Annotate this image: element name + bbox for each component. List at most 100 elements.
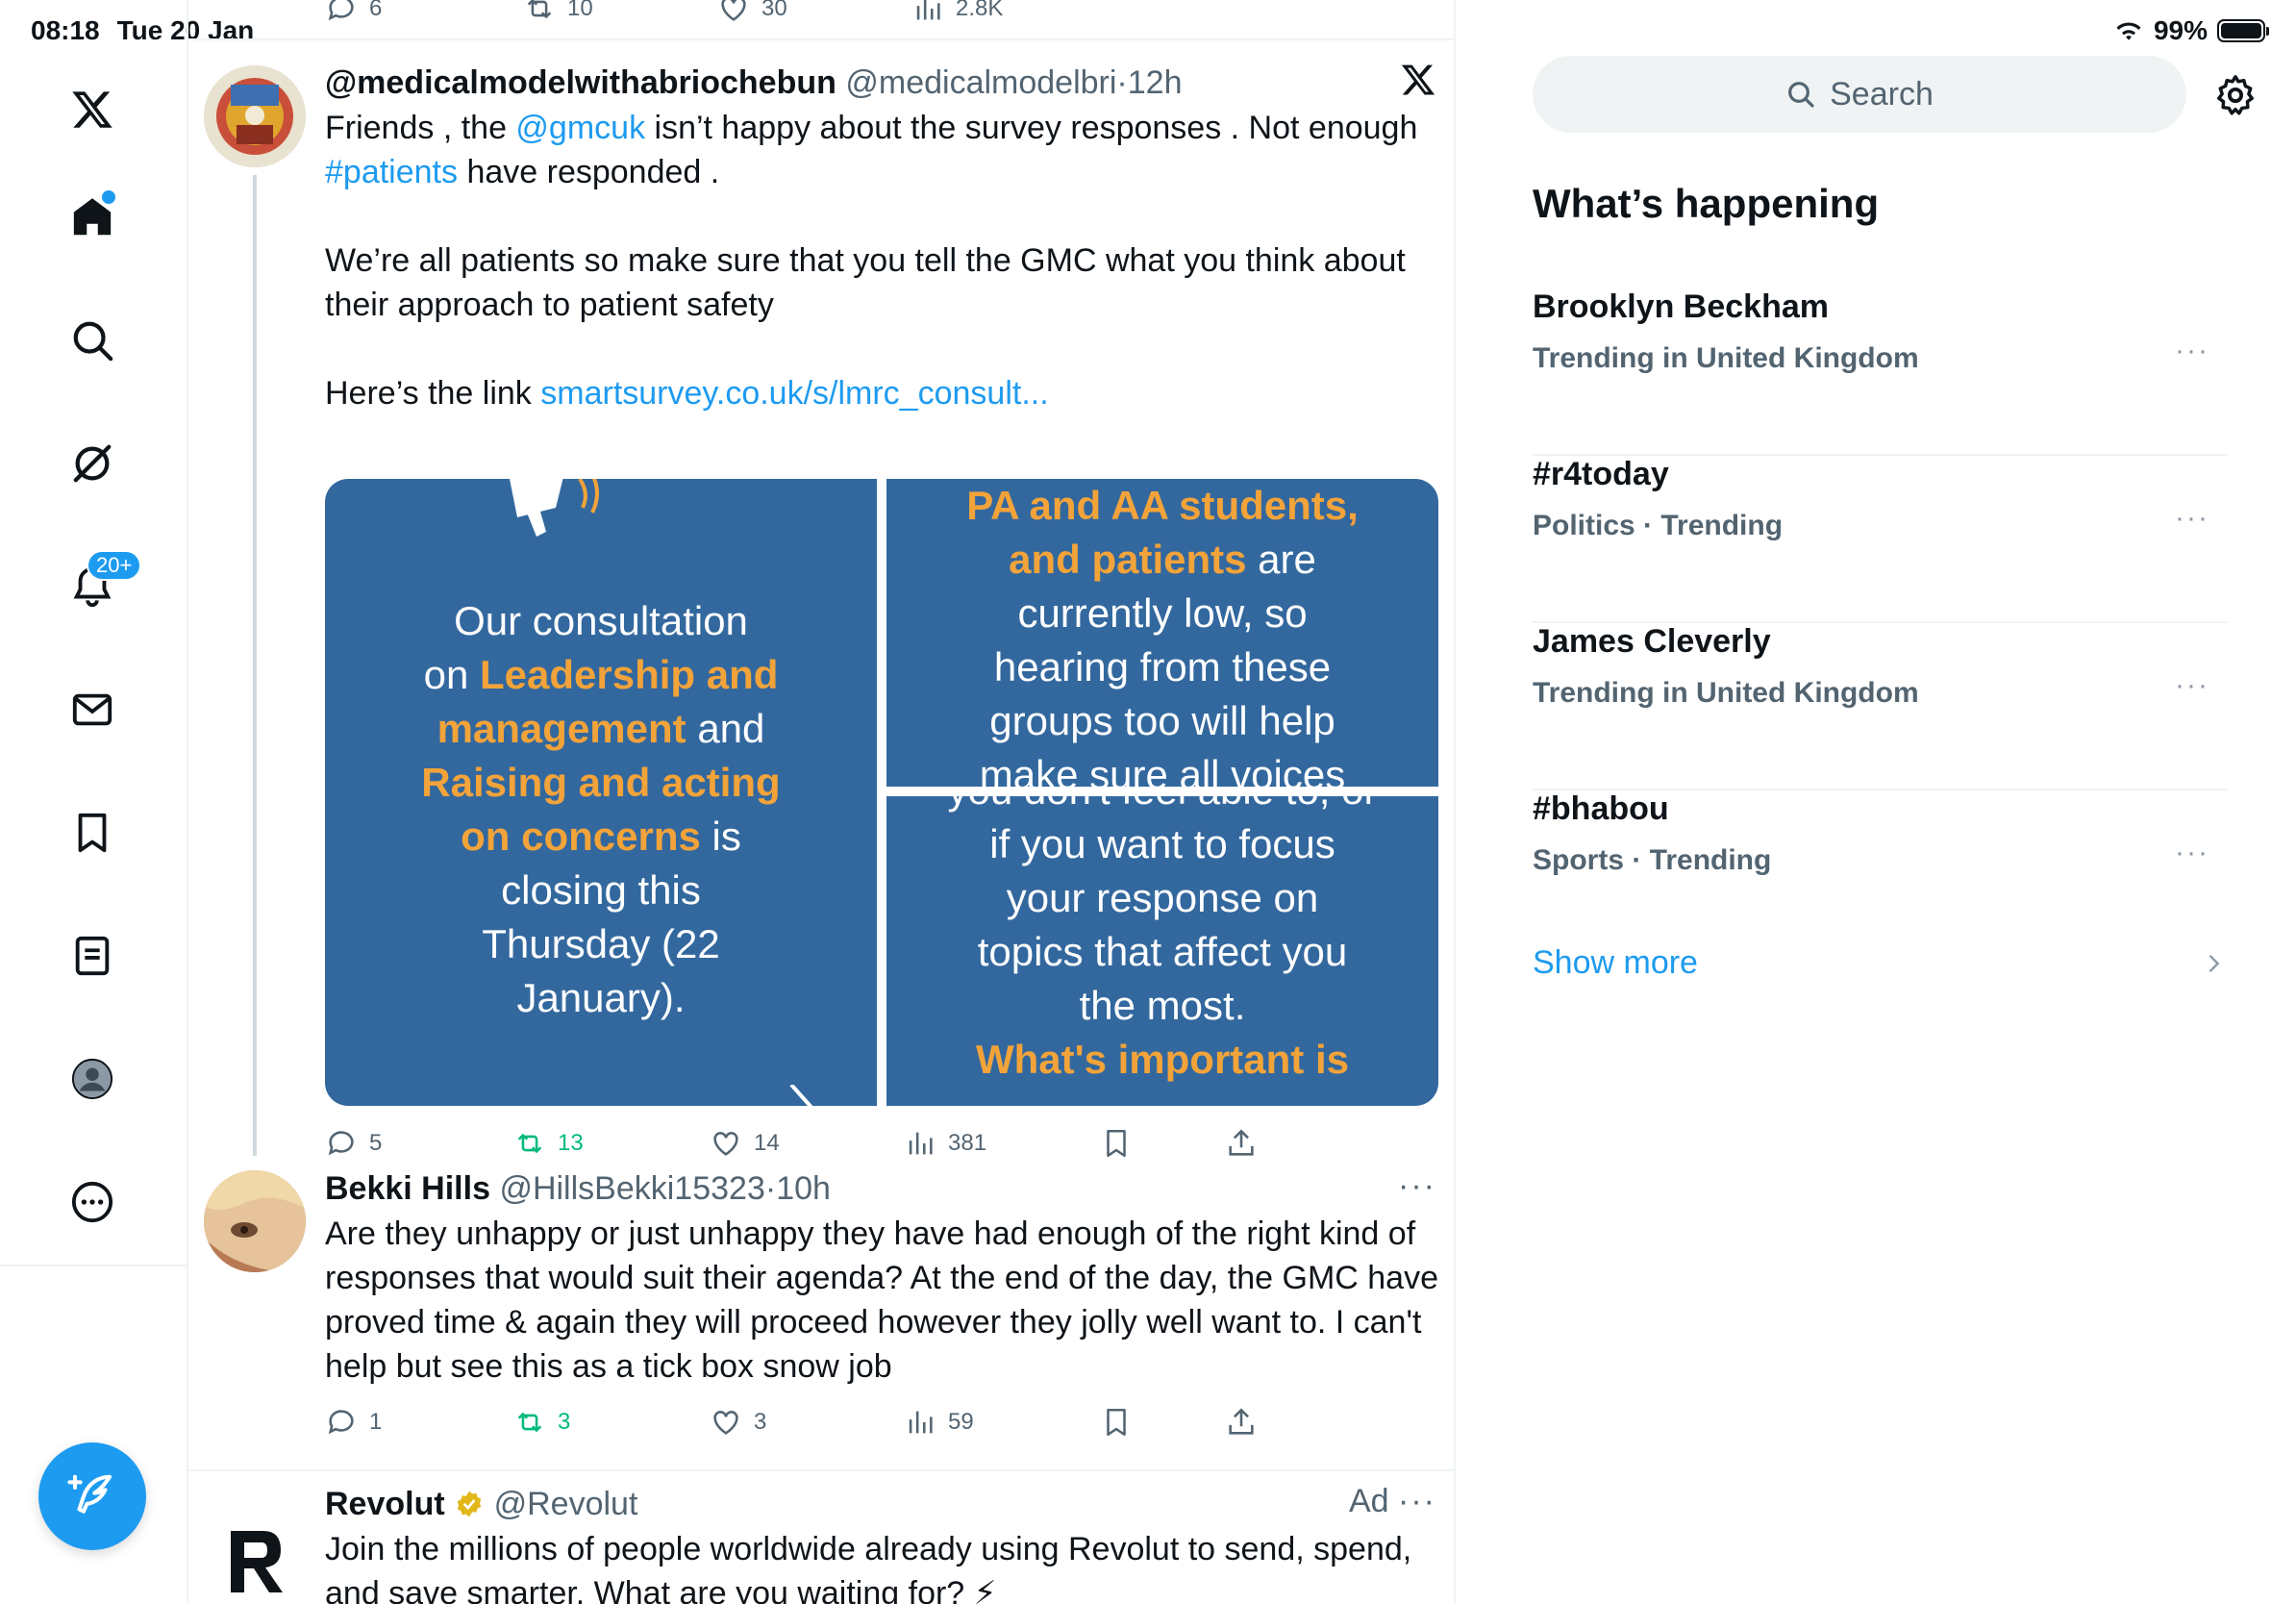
author-handle[interactable]: @Revolut: [494, 1486, 638, 1522]
reply-button[interactable]: 6: [325, 0, 382, 33]
media-text: closing this: [501, 867, 701, 913]
tweet-bekki-hills[interactable]: Bekki Hills @HillsBekki15323·10h ··· Are…: [188, 1156, 1454, 1469]
views-icon: [916, 0, 940, 20]
media-text: Our consultation: [454, 598, 748, 643]
repost-button[interactable]: 10: [523, 0, 593, 33]
reply-count: 6: [369, 0, 383, 21]
media-text: topics that affect you: [977, 929, 1348, 974]
lists-icon[interactable]: [60, 923, 125, 989]
author-name[interactable]: Bekki Hills: [325, 1170, 490, 1207]
trend-meta: Trending in United Kingdom: [1533, 342, 1919, 374]
hashtag-link[interactable]: #patients: [325, 154, 458, 190]
bookmark-icon: [1107, 1408, 1126, 1437]
trend-meta: Sports · Trending: [1533, 844, 1772, 876]
show-more-link[interactable]: Show more: [1533, 944, 1698, 982]
media-text: your response on: [1006, 875, 1319, 920]
media-text: are: [1246, 537, 1316, 582]
trend-more-button[interactable]: ···: [2175, 669, 2209, 702]
repost-button[interactable]: 3: [513, 1398, 570, 1446]
trend-more-button[interactable]: ···: [2175, 335, 2209, 367]
timeline[interactable]: 6 10 30 2.8K @medicalmodelwithabriochebu…: [187, 0, 1456, 1604]
media-image-bottom-right[interactable]: you don't feel able to, or if you want t…: [886, 796, 1438, 1106]
heart-icon: [721, 0, 746, 21]
ad-label-and-menu[interactable]: Ad ···: [1349, 1483, 1436, 1520]
left-navigation: 20+: [0, 0, 187, 1604]
reply-icon: [328, 1410, 354, 1435]
notifications-badge: 20+: [87, 550, 142, 581]
home-icon[interactable]: [60, 185, 125, 250]
previous-tweet-actions: 6 10 30 2.8K: [188, 0, 1454, 23]
tweet-media-grid[interactable]: Our consultation on Leadership and manag…: [325, 479, 1438, 1106]
views-button[interactable]: 2.8K: [911, 0, 1003, 33]
trend-name: #r4today: [1533, 456, 1669, 492]
tweet-header: Bekki Hills @HillsBekki15323·10h: [325, 1170, 831, 1207]
tweet-time[interactable]: 10h: [776, 1170, 831, 1207]
media-text: currently low, so: [1017, 590, 1308, 636]
media-text: make sure all voices: [979, 752, 1346, 787]
text-segment: Here’s the link: [325, 375, 541, 412]
survey-link[interactable]: smartsurvey.co.uk/s/lmrc_consult...: [540, 375, 1048, 412]
avatar[interactable]: [204, 65, 306, 167]
more-menu-button[interactable]: ···: [1398, 1483, 1436, 1519]
compose-post-button[interactable]: [38, 1442, 146, 1550]
reply-count: 5: [369, 1130, 383, 1156]
views-icon: [909, 1132, 933, 1155]
avatar[interactable]: [204, 1510, 306, 1604]
thread-line: [253, 175, 257, 1156]
grok-icon[interactable]: [60, 431, 125, 496]
x-brand-icon[interactable]: [1400, 62, 1436, 107]
search-icon: [1788, 82, 1814, 108]
like-button[interactable]: 30: [717, 0, 787, 33]
settings-gear-icon[interactable]: [2213, 73, 2258, 117]
mention-link[interactable]: @gmcuk: [515, 110, 645, 146]
bookmarks-icon[interactable]: [60, 800, 125, 865]
author-name[interactable]: @medicalmodelwithabriochebun: [325, 64, 836, 101]
search-icon[interactable]: [60, 308, 125, 373]
search-input[interactable]: Search: [1533, 56, 2186, 133]
trend-item[interactable]: #r4today Politics · Trending ···: [1533, 456, 2227, 623]
trend-item[interactable]: James Cleverly Trending in United Kingdo…: [1533, 623, 2227, 790]
bookmark-button[interactable]: [1100, 1398, 1133, 1446]
views-button[interactable]: 59: [904, 1398, 974, 1446]
author-handle[interactable]: @medicalmodelbri: [845, 64, 1116, 101]
trend-more-button[interactable]: ···: [2175, 837, 2209, 869]
avatar[interactable]: [204, 1170, 306, 1272]
author-name[interactable]: Revolut: [325, 1486, 445, 1522]
media-text: hearing from these: [993, 644, 1332, 689]
trend-meta: Politics · Trending: [1533, 510, 1784, 541]
text-segment: Friends , the: [325, 110, 516, 146]
verified-gold-badge-icon: [457, 1491, 482, 1517]
repost-count: 3: [558, 1409, 571, 1435]
notifications-bell-icon[interactable]: 20+: [60, 550, 142, 619]
trend-item[interactable]: Brooklyn Beckham Trending in United King…: [1533, 288, 2227, 456]
media-image-top-right[interactable]: PA and AA students, and patients are cur…: [886, 479, 1438, 787]
tweet-medicalmodel[interactable]: @medicalmodelwithabriochebun @medicalmod…: [188, 40, 1454, 1158]
views-icon: [909, 1411, 933, 1434]
media-highlight: management: [437, 706, 686, 751]
media-text: Thursday (22: [482, 921, 720, 966]
share-button[interactable]: [1225, 1398, 1258, 1446]
x-logo-icon[interactable]: [60, 77, 125, 142]
trend-more-button[interactable]: ···: [2175, 502, 2209, 535]
media-text: you don't feel able to, or: [886, 796, 1438, 817]
heart-icon: [713, 1411, 738, 1435]
tweet-revolut-ad[interactable]: Revolut @Revolut Ad ··· Join the million…: [188, 1471, 1454, 1604]
messages-envelope-icon[interactable]: [60, 677, 125, 742]
like-button[interactable]: 3: [710, 1398, 766, 1446]
media-image-left[interactable]: Our consultation on Leadership and manag…: [325, 479, 877, 1106]
media-highlight: on concerns: [461, 814, 701, 859]
profile-avatar-icon[interactable]: [60, 1046, 125, 1112]
more-options-icon[interactable]: [60, 1169, 125, 1235]
tweet-time[interactable]: 12h: [1128, 64, 1183, 101]
trend-name: Brooklyn Beckham: [1533, 288, 1829, 325]
trend-item[interactable]: #bhabou Sports · Trending ···: [1533, 790, 2227, 958]
reply-count: 1: [369, 1409, 383, 1435]
author-handle[interactable]: @HillsBekki15323: [499, 1170, 764, 1207]
chevron-right-icon[interactable]: [2200, 950, 2227, 977]
view-count: 59: [948, 1409, 974, 1435]
nav-divider: [0, 1265, 187, 1266]
more-menu-button[interactable]: ···: [1398, 1167, 1436, 1205]
reply-button[interactable]: 1: [325, 1398, 382, 1446]
repost-icon: [527, 0, 552, 19]
text-segment: isn’t happy about the survey responses .…: [645, 110, 1418, 146]
